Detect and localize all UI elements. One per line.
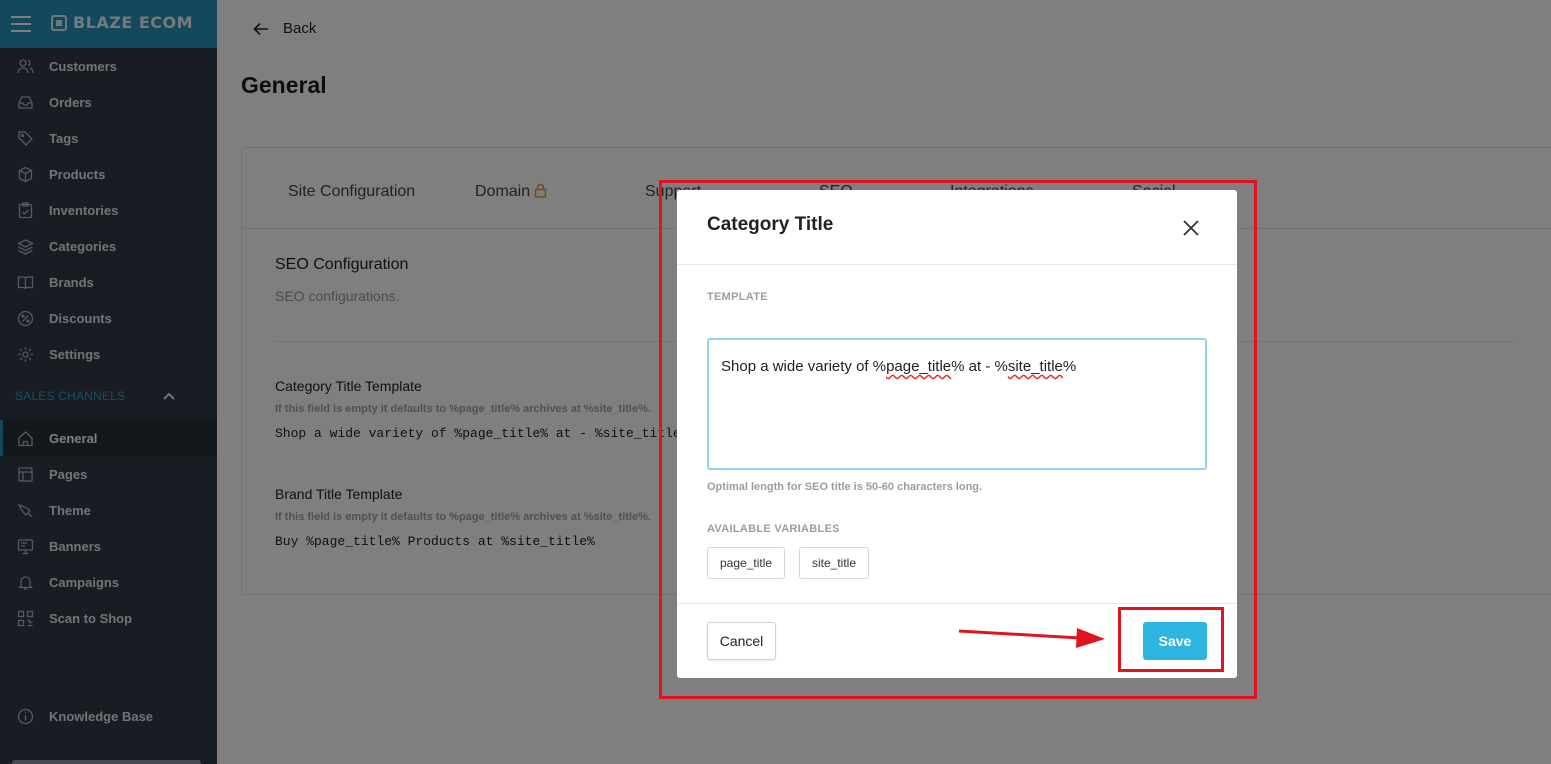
highlight-box-save	[1118, 607, 1224, 672]
arrow-right-icon	[958, 628, 1105, 648]
